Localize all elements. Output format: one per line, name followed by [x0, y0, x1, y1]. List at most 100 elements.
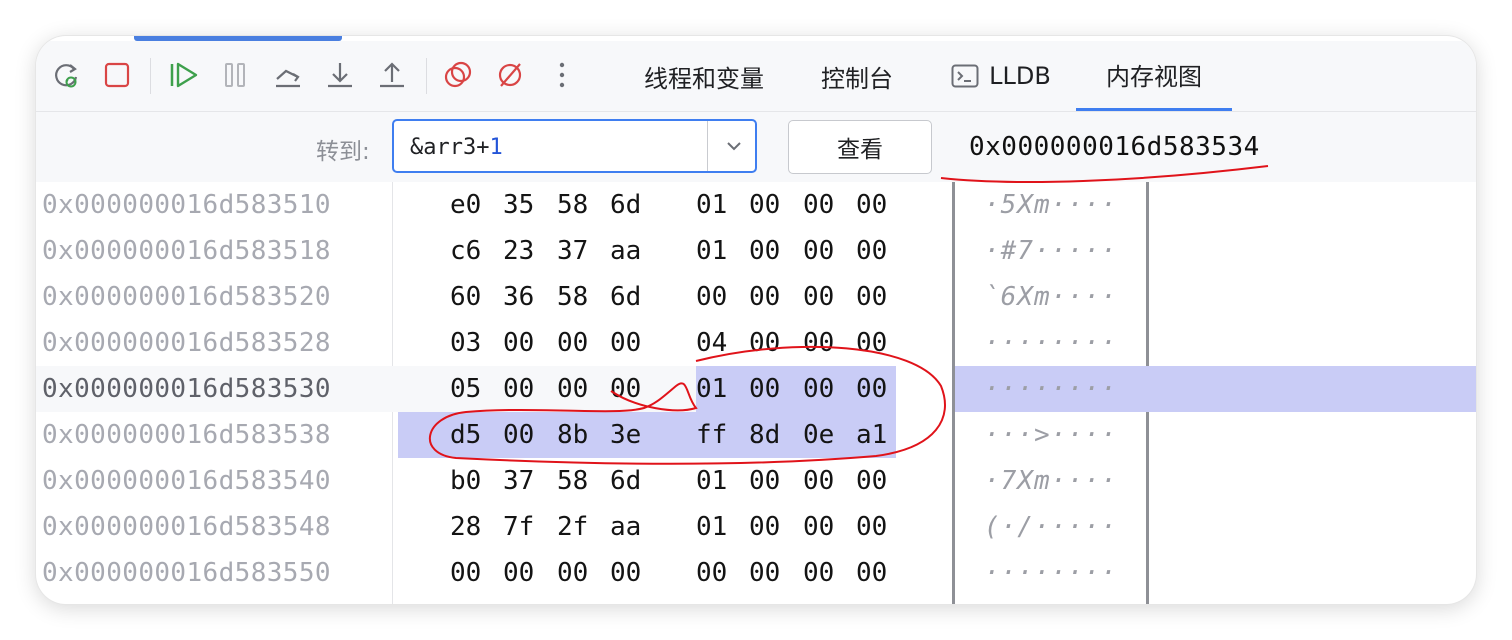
memory-byte[interactable]: 00	[749, 320, 780, 366]
tab-console[interactable]: 控制台	[802, 41, 912, 111]
memory-byte[interactable]: 00	[803, 504, 834, 550]
memory-byte[interactable]: aa	[610, 504, 641, 550]
memory-byte[interactable]: 8b	[557, 412, 588, 458]
memory-byte[interactable]: 00	[503, 550, 534, 596]
memory-byte[interactable]: 00	[856, 550, 887, 596]
memory-byte[interactable]: 01	[696, 504, 727, 550]
memory-byte[interactable]: d5	[450, 412, 481, 458]
memory-byte[interactable]: 00	[557, 366, 588, 412]
memory-byte[interactable]: 04	[696, 320, 727, 366]
memory-byte[interactable]: 00	[856, 228, 887, 274]
memory-byte[interactable]: 00	[749, 228, 780, 274]
memory-byte[interactable]: 00	[856, 274, 887, 320]
tab-lldb[interactable]: LLDB	[936, 41, 1066, 111]
memory-byte[interactable]: 0e	[803, 412, 834, 458]
memory-byte[interactable]: 00	[803, 228, 834, 274]
memory-byte[interactable]: 00	[610, 596, 641, 604]
memory-byte[interactable]: 58	[557, 182, 588, 228]
memory-byte[interactable]: 00	[749, 504, 780, 550]
memory-byte[interactable]: 35	[503, 182, 534, 228]
memory-byte[interactable]: 28	[450, 504, 481, 550]
memory-row[interactable]: 0x000000016d583540 b0 37 58 6d 01 00 00 00 ·7Xm··…	[36, 458, 1476, 504]
step-over-icon[interactable]	[273, 58, 303, 92]
memory-byte[interactable]: 58	[557, 458, 588, 504]
memory-row[interactable]: 0x000000016d583550 00 00 00 00 00 00 00 00 ······…	[36, 550, 1476, 596]
goto-address-input[interactable]: &arr3+1	[392, 119, 757, 173]
memory-byte[interactable]: 00	[856, 320, 887, 366]
memory-row[interactable]: 0x000000016d583538 d5 00 8b 3e ff 8d 0e a1 ···>··…	[36, 412, 1476, 458]
memory-byte[interactable]: 37	[503, 458, 534, 504]
memory-byte[interactable]: 00	[856, 366, 887, 412]
mute-breakpoints-icon[interactable]	[495, 58, 525, 92]
memory-byte[interactable]: 00	[856, 182, 887, 228]
memory-byte[interactable]: 00	[503, 596, 534, 604]
memory-byte[interactable]: 00	[557, 320, 588, 366]
memory-byte[interactable]: 05	[450, 366, 481, 412]
memory-byte[interactable]: 00	[803, 274, 834, 320]
more-vertical-icon[interactable]	[547, 58, 577, 92]
memory-byte[interactable]: 00	[610, 320, 641, 366]
step-into-icon[interactable]	[325, 58, 355, 92]
memory-byte[interactable]: 00	[803, 320, 834, 366]
memory-byte[interactable]: 00	[557, 550, 588, 596]
memory-byte[interactable]: 00	[803, 182, 834, 228]
memory-byte[interactable]: a1	[856, 412, 887, 458]
memory-byte[interactable]: 00	[803, 596, 834, 604]
stop-icon[interactable]	[102, 58, 132, 92]
memory-byte[interactable]: 00	[503, 412, 534, 458]
memory-byte[interactable]: b0	[450, 458, 481, 504]
memory-grid[interactable]: 0x000000016d583510 e0 35 58 6d 01 00 00 00·5Xm··…	[36, 182, 1476, 604]
goto-input-value[interactable]: &arr3+1	[410, 135, 503, 160]
memory-byte[interactable]: 58	[557, 274, 588, 320]
memory-byte[interactable]: 7f	[503, 504, 534, 550]
memory-byte[interactable]: 01	[696, 182, 727, 228]
memory-row[interactable]: 0x000000016d583528 03 00 00 00 04 00 00 00 ······…	[36, 320, 1476, 366]
memory-byte[interactable]: 00	[450, 550, 481, 596]
memory-byte[interactable]: 01	[696, 228, 727, 274]
memory-byte[interactable]: 6d	[610, 458, 641, 504]
memory-byte[interactable]: 6d	[610, 274, 641, 320]
memory-row-current[interactable]: 0x000000016d583530 05 00 00 00 01 00 00 00 ······…	[36, 366, 1476, 412]
memory-byte[interactable]: 00	[749, 274, 780, 320]
memory-byte[interactable]: 00	[450, 596, 481, 604]
memory-byte[interactable]: 00	[856, 596, 887, 604]
memory-row[interactable]: 0x000000016d583558 00 00 00 00 00 00 00 00 ······…	[36, 596, 1476, 604]
tab-threads-variables[interactable]: 线程和变量	[620, 41, 788, 111]
memory-byte[interactable]: 00	[610, 550, 641, 596]
memory-row[interactable]: 0x000000016d583548 28 7f 2f aa 01 00 00 00 (·/···…	[36, 504, 1476, 550]
pause-icon[interactable]	[220, 58, 250, 92]
tab-memory-view[interactable]: 内存视图	[1076, 41, 1232, 111]
memory-byte[interactable]: 36	[503, 274, 534, 320]
memory-byte[interactable]: 00	[749, 458, 780, 504]
memory-byte[interactable]: 00	[503, 366, 534, 412]
memory-byte[interactable]: 2f	[557, 504, 588, 550]
memory-byte[interactable]: 00	[803, 550, 834, 596]
memory-byte[interactable]: c6	[450, 228, 481, 274]
view-button[interactable]: 查看	[788, 120, 932, 174]
memory-byte[interactable]: 01	[696, 458, 727, 504]
step-out-icon[interactable]	[377, 58, 407, 92]
memory-byte[interactable]: 00	[610, 366, 641, 412]
memory-byte[interactable]: 00	[803, 458, 834, 504]
memory-byte[interactable]: 00	[749, 550, 780, 596]
memory-byte[interactable]: 8d	[749, 412, 780, 458]
memory-byte[interactable]: 00	[856, 504, 887, 550]
chevron-down-icon[interactable]	[724, 136, 744, 156]
memory-byte[interactable]: 00	[803, 366, 834, 412]
memory-byte[interactable]: 00	[557, 596, 588, 604]
memory-byte[interactable]: 37	[557, 228, 588, 274]
memory-row[interactable]: 0x000000016d583518 c6 23 37 aa 01 00 00 00 ·#7···…	[36, 228, 1476, 274]
memory-byte[interactable]: 01	[696, 366, 727, 412]
memory-byte[interactable]: aa	[610, 228, 641, 274]
rerun-debug-icon[interactable]	[52, 58, 82, 92]
memory-byte[interactable]: 00	[696, 550, 727, 596]
memory-byte[interactable]: 00	[696, 274, 727, 320]
memory-byte[interactable]: 23	[503, 228, 534, 274]
memory-row[interactable]: 0x000000016d583510 e0 35 58 6d 01 00 00 00 ·5Xm··…	[36, 182, 1476, 228]
memory-row[interactable]: 0x000000016d583520 60 36 58 6d 00 00 00 00 `6Xm··…	[36, 274, 1476, 320]
memory-byte[interactable]: 00	[696, 596, 727, 604]
memory-byte[interactable]: 3e	[610, 412, 641, 458]
memory-byte[interactable]: 00	[749, 182, 780, 228]
memory-byte[interactable]: ff	[696, 412, 727, 458]
memory-byte[interactable]: 00	[856, 458, 887, 504]
